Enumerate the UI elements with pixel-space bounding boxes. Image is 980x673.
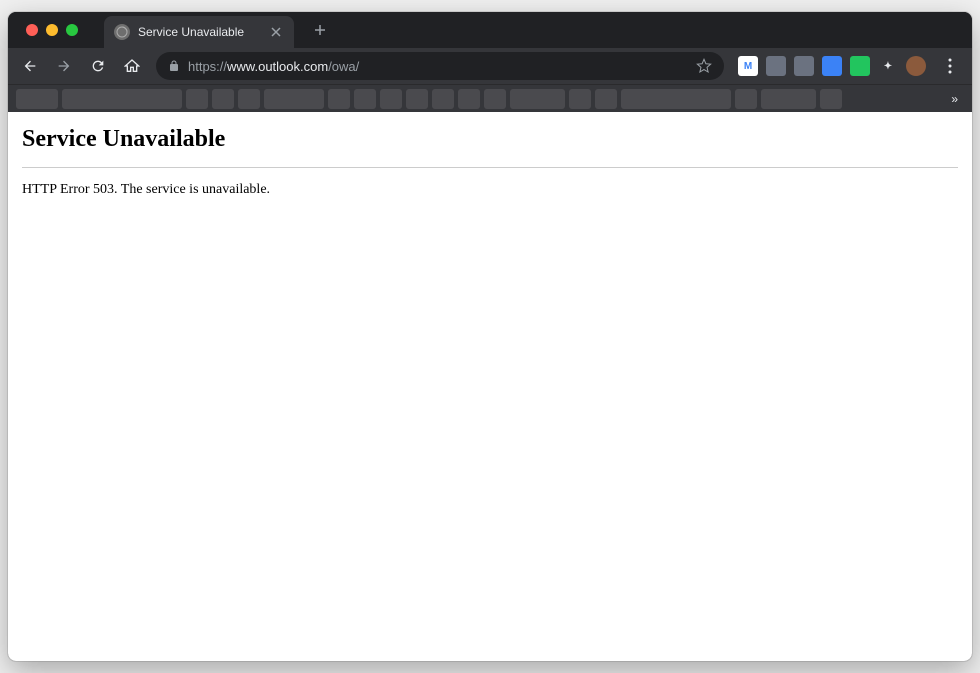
bookmark-item[interactable]	[432, 89, 454, 109]
page-content: Service Unavailable HTTP Error 503. The …	[8, 112, 972, 661]
url-text: https://www.outlook.com/owa/	[188, 59, 688, 74]
bookmark-item[interactable]	[212, 89, 234, 109]
bookmark-item[interactable]	[238, 89, 260, 109]
window-controls	[18, 24, 86, 36]
bookmark-item[interactable]	[380, 89, 402, 109]
address-bar[interactable]: https://www.outlook.com/owa/	[156, 52, 724, 80]
tab-bar: Service Unavailable	[8, 12, 972, 48]
bookmark-item[interactable]	[595, 89, 617, 109]
extension-puzzle-icon[interactable]: ✦	[878, 56, 898, 76]
bookmark-star-icon[interactable]	[696, 58, 712, 74]
back-button[interactable]	[16, 52, 44, 80]
bookmark-item[interactable]	[510, 89, 565, 109]
bookmark-item[interactable]	[484, 89, 506, 109]
divider	[22, 167, 958, 168]
extension-ext-5-icon[interactable]	[850, 56, 870, 76]
extension-ext-2-icon[interactable]	[766, 56, 786, 76]
url-path: /owa/	[328, 59, 359, 74]
maximize-window-button[interactable]	[66, 24, 78, 36]
bookmark-item[interactable]	[328, 89, 350, 109]
tab-title: Service Unavailable	[138, 25, 268, 39]
extension-ext-1-icon[interactable]: M	[738, 56, 758, 76]
extension-avatar-icon[interactable]	[906, 56, 926, 76]
browser-menu-button[interactable]	[936, 52, 964, 80]
bookmark-item[interactable]	[761, 89, 816, 109]
lock-icon[interactable]	[168, 60, 180, 72]
close-window-button[interactable]	[26, 24, 38, 36]
bookmarks-bar: »	[8, 84, 972, 112]
url-protocol: https://	[188, 59, 227, 74]
extension-ext-3-icon[interactable]	[794, 56, 814, 76]
bookmark-item[interactable]	[354, 89, 376, 109]
extension-ext-4-icon[interactable]	[822, 56, 842, 76]
home-button[interactable]	[118, 52, 146, 80]
close-tab-button[interactable]	[268, 24, 284, 40]
bookmark-item[interactable]	[569, 89, 591, 109]
tab-favicon-icon	[114, 24, 130, 40]
error-message: HTTP Error 503. The service is unavailab…	[22, 182, 958, 198]
error-heading: Service Unavailable	[22, 126, 958, 153]
url-domain: www.outlook.com	[227, 59, 328, 74]
bookmark-item[interactable]	[820, 89, 842, 109]
bookmark-item[interactable]	[458, 89, 480, 109]
bookmark-item[interactable]	[621, 89, 731, 109]
bookmark-item[interactable]	[62, 89, 182, 109]
bookmark-item[interactable]	[735, 89, 757, 109]
browser-tab[interactable]: Service Unavailable	[104, 16, 294, 48]
extension-icons: M✦	[734, 56, 930, 76]
reload-button[interactable]	[84, 52, 112, 80]
browser-window: Service Unavailable https	[8, 12, 972, 661]
forward-button[interactable]	[50, 52, 78, 80]
bookmark-item[interactable]	[16, 89, 58, 109]
new-tab-button[interactable]	[306, 16, 334, 44]
bookmark-item[interactable]	[406, 89, 428, 109]
toolbar: https://www.outlook.com/owa/ M✦	[8, 48, 972, 84]
bookmark-item[interactable]	[186, 89, 208, 109]
bookmarks-overflow-button[interactable]: »	[945, 92, 964, 106]
minimize-window-button[interactable]	[46, 24, 58, 36]
bookmark-item[interactable]	[264, 89, 324, 109]
